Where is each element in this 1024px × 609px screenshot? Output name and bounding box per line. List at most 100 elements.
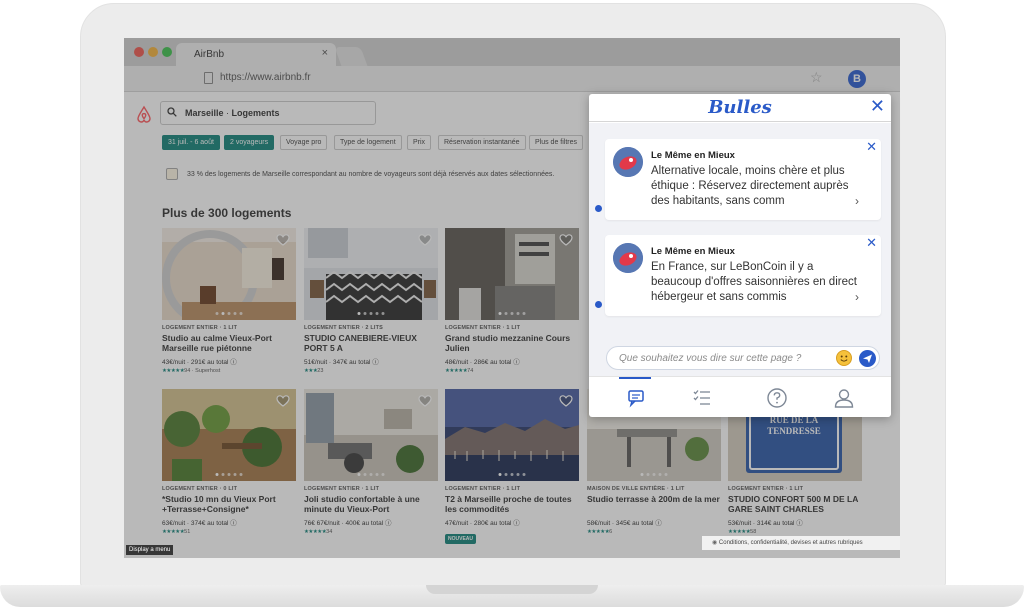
listing-rating: ★★★23 bbox=[304, 368, 324, 374]
profile-icon bbox=[834, 389, 854, 408]
street-sign-text: RUE DE LA TENDRESSE bbox=[767, 415, 821, 436]
listing-title[interactable]: Joli studio confortable à une minute du … bbox=[304, 494, 438, 514]
filter-instant-book[interactable]: Réservation instantanée bbox=[438, 135, 526, 150]
browser-tab-bar: AirBnb × bbox=[124, 38, 900, 66]
listing-photo[interactable] bbox=[304, 228, 438, 320]
favorite-heart-icon[interactable] bbox=[418, 233, 432, 247]
filter-home-type[interactable]: Type de logement bbox=[334, 135, 402, 150]
bulles-message-feed: Le Même en Mieux Alternative locale, moi… bbox=[589, 123, 891, 376]
nav-chat[interactable] bbox=[617, 377, 657, 418]
filter-price[interactable]: Prix bbox=[407, 135, 432, 150]
nav-checklist[interactable] bbox=[682, 377, 722, 418]
listing-title[interactable]: STUDIO CONFORT 500 M DE LA GARE SAINT CH… bbox=[728, 494, 862, 514]
listing-rating: ★★★★★51 bbox=[162, 529, 191, 535]
filter-business-travel[interactable]: Voyage pro bbox=[280, 135, 328, 150]
address-bar: https://www.airbnb.fr ☆ B bbox=[124, 66, 900, 92]
close-window-icon[interactable] bbox=[134, 47, 144, 57]
nav-profile[interactable] bbox=[824, 377, 864, 418]
footer-terms-link[interactable]: ◉ Conditions, confidentialité, devises e… bbox=[702, 536, 900, 550]
bulles-extension-icon[interactable]: B bbox=[848, 70, 866, 88]
listing-rating: ★★★★★74 bbox=[445, 368, 474, 374]
listing-card[interactable]: LOGEMENT ENTIER · 1 LIT Grand studio mez… bbox=[445, 228, 579, 374]
stage: AirBnb × https://www.airbnb.fr ☆ B Marse… bbox=[0, 0, 1024, 609]
photo-carousel-dots[interactable] bbox=[640, 473, 668, 476]
send-icon[interactable] bbox=[859, 350, 876, 367]
message-card[interactable]: Le Même en Mieux En France, sur LeBonCoi… bbox=[605, 235, 881, 316]
bulles-nav-bar bbox=[589, 376, 891, 417]
comment-input[interactable] bbox=[619, 351, 819, 366]
listing-type: LOGEMENT ENTIER · 1 LIT bbox=[445, 486, 521, 492]
url-field[interactable]: https://www.airbnb.fr bbox=[220, 72, 311, 83]
new-tab-button[interactable] bbox=[334, 47, 368, 66]
listing-photo[interactable] bbox=[162, 389, 296, 481]
photo-carousel-dots[interactable] bbox=[357, 473, 385, 476]
filter-dates[interactable]: 31 juil. - 6 août bbox=[162, 135, 220, 150]
photo-carousel-dots[interactable] bbox=[357, 312, 385, 315]
listing-type: MAISON DE VILLE ENTIÈRE · 1 LIT bbox=[587, 486, 685, 492]
chat-icon bbox=[628, 390, 644, 408]
chevron-right-icon[interactable]: › bbox=[855, 194, 859, 208]
emoji-icon[interactable] bbox=[836, 350, 852, 366]
sender-avatar bbox=[613, 243, 643, 273]
nav-help[interactable] bbox=[757, 377, 797, 418]
tab-close-icon[interactable]: × bbox=[322, 47, 328, 59]
listing-photo[interactable] bbox=[304, 389, 438, 481]
listing-card[interactable]: LOGEMENT ENTIER · 1 LIT Joli studio conf… bbox=[304, 389, 438, 535]
message-sender: Le Même en Mieux bbox=[651, 150, 735, 161]
filter-more[interactable]: Plus de filtres bbox=[529, 135, 584, 150]
laptop-notch bbox=[426, 585, 598, 594]
dismiss-message-icon[interactable]: ✕ bbox=[866, 139, 877, 155]
photo-carousel-dots[interactable] bbox=[215, 312, 243, 315]
listing-type: LOGEMENT ENTIER · 1 LIT bbox=[445, 325, 521, 331]
listing-photo[interactable] bbox=[162, 228, 296, 320]
listing-photo[interactable] bbox=[445, 228, 579, 320]
browser-tab[interactable]: AirBnb × bbox=[176, 43, 336, 66]
bookmark-star-icon[interactable]: ☆ bbox=[810, 69, 823, 86]
listing-title[interactable]: *Studio 10 mn du Vieux Port +Terrasse+Co… bbox=[162, 494, 296, 514]
minimize-window-icon[interactable] bbox=[148, 47, 158, 57]
message-card[interactable]: Le Même en Mieux Alternative locale, moi… bbox=[605, 139, 881, 220]
listing-title[interactable]: Studio au calme Vieux-Port Marseille rue… bbox=[162, 333, 296, 353]
listing-card[interactable]: LOGEMENT ENTIER · 1 LIT T2 à Marseille p… bbox=[445, 389, 579, 545]
dismiss-message-icon[interactable]: ✕ bbox=[866, 235, 877, 251]
bulles-close-icon[interactable]: ✕ bbox=[870, 96, 885, 116]
listing-price: 53€/nuit · 314€ au total ⓘ bbox=[728, 520, 803, 527]
listing-card[interactable]: LOGEMENT ENTIER · 1 LIT Studio au calme … bbox=[162, 228, 296, 374]
search-input[interactable]: Marseille · Logements bbox=[160, 101, 376, 125]
listing-card[interactable]: LOGEMENT ENTIER · 0 LIT *Studio 10 mn du… bbox=[162, 389, 296, 535]
listing-title[interactable]: T2 à Marseille proche de toutes les comm… bbox=[445, 494, 579, 514]
page-icon bbox=[204, 72, 213, 84]
chevron-right-icon[interactable]: › bbox=[855, 290, 859, 304]
search-text: Marseille · Logements bbox=[185, 108, 280, 118]
favorite-heart-icon[interactable] bbox=[559, 233, 573, 247]
favorite-heart-icon[interactable] bbox=[559, 394, 573, 408]
unread-dot bbox=[595, 205, 602, 212]
photo-carousel-dots[interactable] bbox=[215, 473, 243, 476]
footer-terms-text: Conditions, confidentialité, devises et … bbox=[718, 540, 863, 546]
favorite-heart-icon[interactable] bbox=[276, 394, 290, 408]
listing-type: LOGEMENT ENTIER · 2 LITS bbox=[304, 325, 384, 331]
listing-title[interactable]: Studio terrasse à 200m de la mer bbox=[587, 494, 721, 514]
results-heading: Plus de 300 logements bbox=[162, 206, 292, 220]
display-menu-tooltip[interactable]: Display a menu bbox=[126, 545, 174, 555]
favorite-heart-icon[interactable] bbox=[418, 394, 432, 408]
checklist-icon bbox=[693, 390, 710, 405]
airbnb-logo-icon[interactable] bbox=[136, 105, 152, 123]
favorite-heart-icon[interactable] bbox=[276, 233, 290, 247]
listing-type: LOGEMENT ENTIER · 1 LIT bbox=[162, 325, 238, 331]
listing-rating: ★★★★★58 bbox=[728, 529, 757, 535]
bulles-panel: Bulles ✕ Le Même en Mieux Alternative lo… bbox=[589, 94, 891, 417]
availability-notice: 33 % des logements de Marseille correspo… bbox=[187, 171, 555, 178]
photo-carousel-dots[interactable] bbox=[498, 473, 526, 476]
listing-title[interactable]: Grand studio mezzanine Cours Julien bbox=[445, 333, 579, 353]
listing-type: LOGEMENT ENTIER · 0 LIT bbox=[162, 486, 238, 492]
maximize-window-icon[interactable] bbox=[162, 47, 172, 57]
listing-photo[interactable] bbox=[445, 389, 579, 481]
listing-price: 63€/nuit · 374€ au total ⓘ bbox=[162, 520, 237, 527]
listing-title[interactable]: STUDIO CANEBIERE-VIEUX PORT 5 A bbox=[304, 333, 438, 353]
filter-guests[interactable]: 2 voyageurs bbox=[224, 135, 275, 150]
help-icon bbox=[767, 388, 787, 408]
listing-card[interactable]: LOGEMENT ENTIER · 2 LITS STUDIO CANEBIER… bbox=[304, 228, 438, 374]
bulles-header: Bulles ✕ bbox=[589, 94, 891, 122]
photo-carousel-dots[interactable] bbox=[498, 312, 526, 315]
